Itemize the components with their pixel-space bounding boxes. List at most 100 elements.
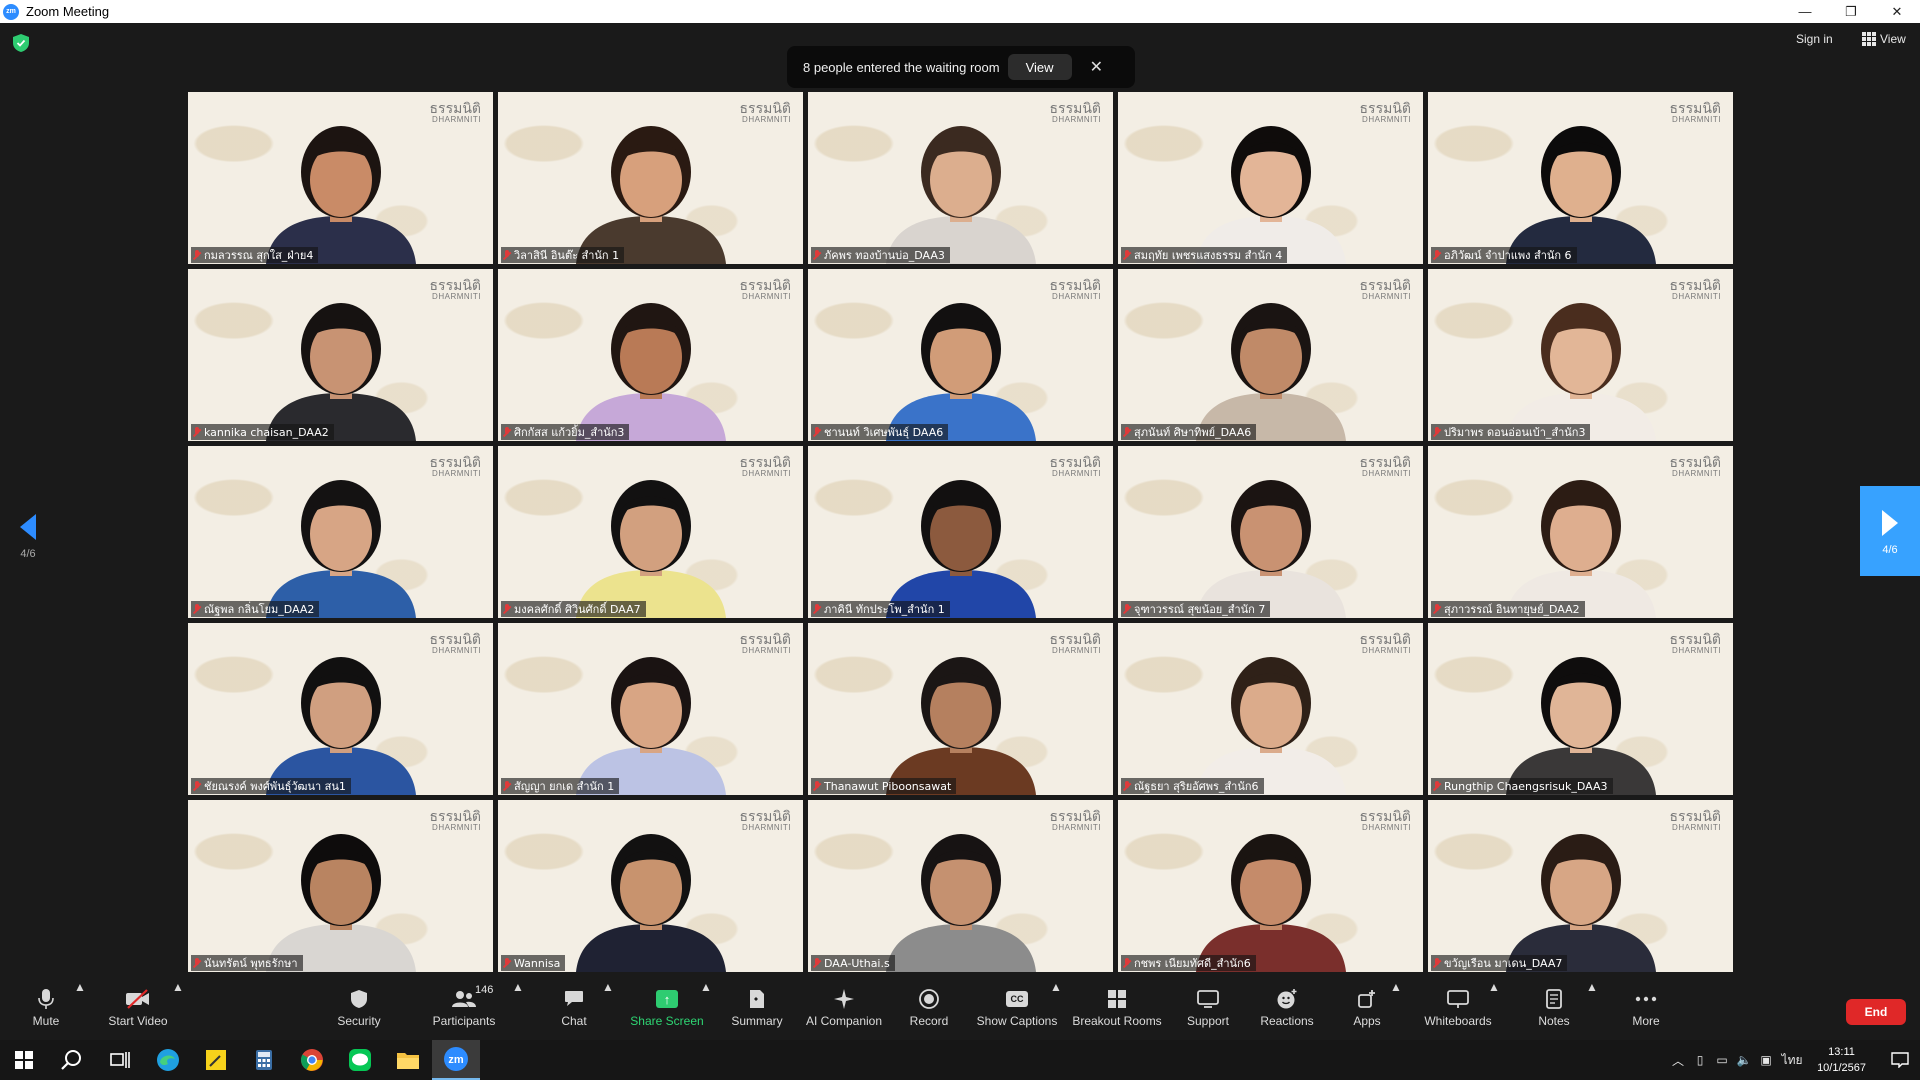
ai-companion-button[interactable]: AI Companion bbox=[802, 980, 886, 1040]
participant-tile[interactable]: ธรรมนิติ DHARMNITI Wannisa bbox=[498, 800, 803, 972]
security-shield-icon[interactable] bbox=[13, 34, 29, 52]
participant-name: ภาคินี ทักประโพ_สำนัก 1 bbox=[824, 603, 945, 616]
mute-options-caret[interactable]: ▲ bbox=[74, 980, 86, 1000]
participant-tile[interactable]: ธรรมนิติ DHARMNITI มงคลศักดิ์ ศิวินศักดิ… bbox=[498, 446, 803, 618]
muted-mic-icon bbox=[1433, 249, 1441, 261]
participant-tile[interactable]: ธรรมนิติ DHARMNITI ณัฐพล กลิ่นโยม_DAA2 bbox=[188, 446, 493, 618]
notes-options-caret[interactable]: ▲ bbox=[1586, 980, 1598, 1000]
end-meeting-button[interactable]: End bbox=[1846, 999, 1906, 1025]
calculator-icon[interactable] bbox=[240, 1040, 288, 1080]
taskbar-clock[interactable]: 13:11 10/1/2567 bbox=[1817, 1044, 1866, 1076]
participant-tile[interactable]: ธรรมนิติ DHARMNITI อภิวัฒน์ จำปาแพง สำนั… bbox=[1428, 92, 1733, 264]
participant-tile[interactable]: ธรรมนิติ DHARMNITI kannika chaisan_DAA2 bbox=[188, 269, 493, 441]
dharmniti-watermark: ธรรมนิติ DHARMNITI bbox=[1670, 456, 1721, 478]
captions-options-caret[interactable]: ▲ bbox=[1050, 980, 1062, 1000]
share-screen-button[interactable]: ↑ Share Screen bbox=[630, 980, 704, 1040]
participant-tile[interactable]: ธรรมนิติ DHARMNITI ภัคพร ทองบ้านบ่อ_DAA3 bbox=[808, 92, 1113, 264]
participant-tile[interactable]: ธรรมนิติ DHARMNITI Thanawut Piboonsawat bbox=[808, 623, 1113, 795]
support-button[interactable]: Support bbox=[1184, 980, 1232, 1040]
participant-tile[interactable]: ธรรมนิติ DHARMNITI นันทรัตน์ พุทธรักษา bbox=[188, 800, 493, 972]
zoom-taskbar-icon[interactable]: zm bbox=[432, 1040, 480, 1080]
windows-start-icon[interactable] bbox=[0, 1040, 48, 1080]
breakout-rooms-icon bbox=[1102, 986, 1132, 1012]
chrome-browser-icon[interactable] bbox=[288, 1040, 336, 1080]
whiteboards-label: Whiteboards bbox=[1424, 1014, 1492, 1028]
breakout-rooms-button[interactable]: Breakout Rooms bbox=[1072, 980, 1162, 1040]
participant-tile[interactable]: ธรรมนิติ DHARMNITI สุภาวรรณ์ อินทายุษย์_… bbox=[1428, 446, 1733, 618]
participant-tile[interactable]: ธรรมนิติ DHARMNITI DAA-Uthai.s bbox=[808, 800, 1113, 972]
participant-tile[interactable]: ธรรมนิติ DHARMNITI ณัฐธยา สุริยอัศพร_สำน… bbox=[1118, 623, 1423, 795]
line-app-icon[interactable] bbox=[336, 1040, 384, 1080]
minimize-button[interactable]: — bbox=[1782, 0, 1828, 23]
chat-options-caret[interactable]: ▲ bbox=[602, 980, 614, 1000]
participant-name-label: ณัฐพล กลิ่นโยม_DAA2 bbox=[191, 601, 320, 617]
summary-button[interactable]: Summary bbox=[730, 980, 784, 1040]
dharmniti-watermark: ธรรมนิติ DHARMNITI bbox=[1050, 456, 1101, 478]
video-options-caret[interactable]: ▲ bbox=[172, 980, 184, 1000]
participant-name-label: Wannisa bbox=[501, 955, 566, 971]
participant-tile[interactable]: ธรรมนิติ DHARMNITI ชานนท์ วิเศษพันธุ์ DA… bbox=[808, 269, 1113, 441]
network-icon[interactable]: ▭ bbox=[1711, 1040, 1733, 1080]
apps-label: Apps bbox=[1353, 1014, 1381, 1028]
input-language[interactable]: ไทย bbox=[1777, 1040, 1807, 1080]
participant-tile[interactable]: ธรรมนิติ DHARMNITI ชัยณรงค์ พงศ์พันธุ์วั… bbox=[188, 623, 493, 795]
tray-app-icon[interactable]: ▣ bbox=[1755, 1040, 1777, 1080]
chat-label: Chat bbox=[561, 1014, 587, 1028]
close-window-button[interactable]: ✕ bbox=[1874, 0, 1920, 23]
sticky-notes-icon[interactable] bbox=[192, 1040, 240, 1080]
notification-center-icon[interactable] bbox=[1880, 1040, 1920, 1080]
watermark-english: DHARMNITI bbox=[742, 115, 791, 124]
whiteboards-button[interactable]: Whiteboards bbox=[1420, 980, 1496, 1040]
show-captions-button[interactable]: CC Show Captions bbox=[976, 980, 1058, 1040]
previous-page-button[interactable]: 4/6 bbox=[13, 514, 43, 564]
restore-button[interactable]: ❐ bbox=[1828, 0, 1874, 23]
participant-tile[interactable]: ธรรมนิติ DHARMNITI ภาคินี ทักประโพ_สำนัก… bbox=[808, 446, 1113, 618]
participant-tile[interactable]: ธรรมนิติ DHARMNITI สุภนันท์ ศิษาทิพย์_DA… bbox=[1118, 269, 1423, 441]
dharmniti-watermark: ธรรมนิติ DHARMNITI bbox=[1050, 810, 1101, 832]
next-page-button[interactable]: 4/6 bbox=[1860, 486, 1920, 576]
participant-tile[interactable]: ธรรมนิติ DHARMNITI สัญญา ยกเด สำนัก 1 bbox=[498, 623, 803, 795]
notes-button[interactable]: Notes bbox=[1536, 980, 1572, 1040]
notification-close-icon[interactable]: ✕ bbox=[1090, 57, 1103, 77]
sign-in-link[interactable]: Sign in bbox=[1796, 32, 1833, 46]
watermark-thai: ธรรมนิติ bbox=[1049, 101, 1101, 117]
participant-tile[interactable]: ธรรมนิติ DHARMNITI กมลวรรณ สุกใส_ฝ่าย4 bbox=[188, 92, 493, 264]
file-explorer-icon[interactable] bbox=[384, 1040, 432, 1080]
muted-mic-icon bbox=[813, 957, 821, 969]
start-video-button[interactable]: Start Video bbox=[106, 980, 170, 1040]
watermark-thai: ธรรมนิติ bbox=[1669, 101, 1721, 117]
chat-button[interactable]: Chat bbox=[558, 980, 590, 1040]
participant-video bbox=[1195, 126, 1346, 264]
participants-button[interactable]: 146 Participants bbox=[432, 980, 496, 1040]
edge-browser-icon[interactable] bbox=[144, 1040, 192, 1080]
security-button[interactable]: Security bbox=[334, 980, 384, 1040]
participant-tile[interactable]: ธรรมนิติ DHARMNITI จุฑาวรรณ์ สุขน้อย_สำน… bbox=[1118, 446, 1423, 618]
task-view-icon[interactable] bbox=[96, 1040, 144, 1080]
whiteboards-options-caret[interactable]: ▲ bbox=[1488, 980, 1500, 1000]
apps-options-caret[interactable]: ▲ bbox=[1390, 980, 1402, 1000]
watermark-english: DHARMNITI bbox=[432, 646, 481, 655]
participant-tile[interactable]: ธรรมนิติ DHARMNITI ศิกกัสส แก้วยิ้ม_สำนั… bbox=[498, 269, 803, 441]
tray-overflow-chevron-icon[interactable]: ︿ bbox=[1667, 1040, 1689, 1080]
view-layout-button[interactable]: View bbox=[1862, 32, 1906, 46]
participant-tile[interactable]: ธรรมนิติ DHARMNITI สมฤทัย เพชรแสงธรรม สำ… bbox=[1118, 92, 1423, 264]
search-icon[interactable] bbox=[48, 1040, 96, 1080]
participant-tile[interactable]: ธรรมนิติ DHARMNITI ปริมาพร ดอนอ่อนเบ้า_ส… bbox=[1428, 269, 1733, 441]
share-options-caret[interactable]: ▲ bbox=[700, 980, 712, 1000]
mute-button[interactable]: Mute bbox=[26, 980, 66, 1040]
participant-tile[interactable]: ธรรมนิติ DHARMNITI วิลาสินี อินต๊ะ สำนัก… bbox=[498, 92, 803, 264]
participant-video bbox=[885, 303, 1036, 441]
waiting-room-view-button[interactable]: View bbox=[1007, 54, 1072, 80]
volume-icon[interactable]: 🔈 bbox=[1733, 1040, 1755, 1080]
record-button[interactable]: Record bbox=[908, 980, 950, 1040]
participant-name: Thanawut Piboonsawat bbox=[824, 779, 952, 793]
watermark-thai: ธรรมนิติ bbox=[1359, 278, 1411, 294]
participant-tile[interactable]: ธรรมนิติ DHARMNITI Rungthip Chaengsrisuk… bbox=[1428, 623, 1733, 795]
tray-device-icon[interactable]: ▯ bbox=[1689, 1040, 1711, 1080]
reactions-button[interactable]: Reactions bbox=[1260, 980, 1314, 1040]
more-button[interactable]: More bbox=[1628, 980, 1664, 1040]
participants-options-caret[interactable]: ▲ bbox=[512, 980, 524, 1000]
participant-tile[interactable]: ธรรมนิติ DHARMNITI กชพร เนียมทัศดี_สำนัก… bbox=[1118, 800, 1423, 972]
apps-button[interactable]: Apps bbox=[1352, 980, 1382, 1040]
participant-tile[interactable]: ธรรมนิติ DHARMNITI ขวัญเรือน มาเดน_DAA7 bbox=[1428, 800, 1733, 972]
